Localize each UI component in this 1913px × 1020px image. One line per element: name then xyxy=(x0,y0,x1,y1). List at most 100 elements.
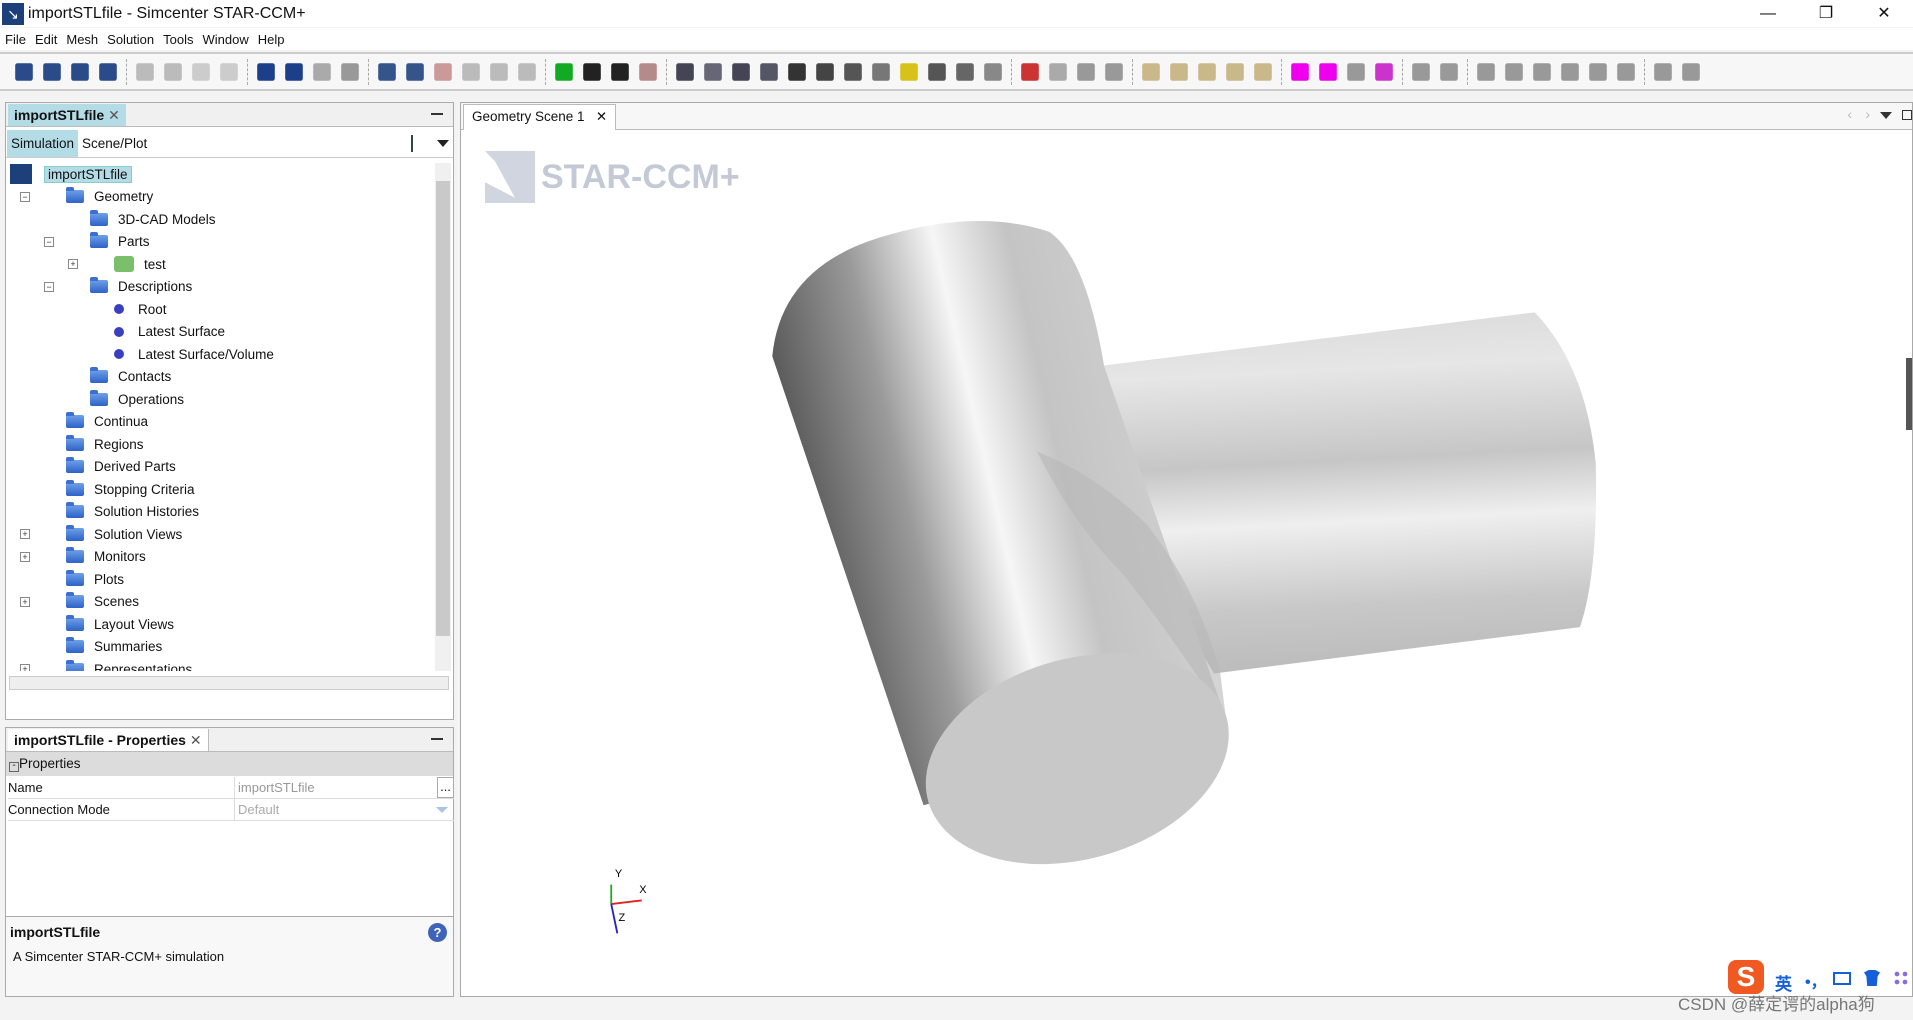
ruler-icon[interactable] xyxy=(928,62,946,81)
line-icon[interactable] xyxy=(1412,62,1430,81)
reset-view-icon[interactable] xyxy=(732,62,750,81)
expand-icon[interactable]: + xyxy=(68,259,78,269)
close-tab-icon[interactable]: ✕ xyxy=(596,109,607,124)
table-icon[interactable] xyxy=(956,62,974,81)
part-icon[interactable] xyxy=(1347,62,1365,81)
close-button[interactable]: ✕ xyxy=(1855,0,1913,27)
formula-icon[interactable] xyxy=(900,62,918,81)
select-icon[interactable] xyxy=(760,62,778,81)
view-2-icon[interactable] xyxy=(1505,62,1523,81)
panel-menu-icon[interactable] xyxy=(437,140,449,153)
scene-icon[interactable] xyxy=(676,62,694,81)
walk-icon[interactable] xyxy=(583,62,601,81)
tree-item-layout-views[interactable]: Layout Views xyxy=(66,613,174,635)
arrow-left-icon[interactable] xyxy=(816,62,834,81)
name-field[interactable]: importSTLfile xyxy=(234,777,434,799)
grid-icon[interactable] xyxy=(518,62,536,81)
tree-item-contacts[interactable]: Contacts xyxy=(90,366,171,388)
expand-icon[interactable]: + xyxy=(20,529,30,539)
ime-punctuation-toggle[interactable]: •， xyxy=(1805,968,1827,992)
expand-icon[interactable]: + xyxy=(20,596,30,607)
view-8-icon[interactable] xyxy=(1682,62,1700,81)
open-icon[interactable] xyxy=(43,62,61,81)
forward-icon[interactable] xyxy=(220,62,238,81)
scroll-tabs-right-icon[interactable]: › xyxy=(1865,106,1870,122)
region-select-icon[interactable] xyxy=(1291,62,1309,81)
play-icon[interactable] xyxy=(1142,62,1160,81)
prev-frame-icon[interactable] xyxy=(1198,62,1216,81)
menu-solution[interactable]: Solution xyxy=(107,32,154,47)
menu-tools[interactable]: Tools xyxy=(163,32,193,47)
restore-button[interactable]: ❐ xyxy=(1797,0,1855,27)
menu-help[interactable]: Help xyxy=(258,32,285,47)
chart-icon[interactable] xyxy=(1049,62,1067,81)
menu-mesh[interactable]: Mesh xyxy=(66,32,98,47)
maximize-icon[interactable] xyxy=(1902,110,1912,120)
run-icon[interactable] xyxy=(257,62,275,81)
delete-mesh-icon[interactable] xyxy=(434,62,452,81)
tree-item-derived-parts[interactable]: Derived Parts xyxy=(66,456,176,478)
plot-icon[interactable] xyxy=(1021,62,1039,81)
collapse-icon[interactable]: − xyxy=(44,281,54,292)
copy-icon[interactable] xyxy=(136,62,154,81)
tree-item-scenes[interactable]: Scenes xyxy=(66,591,139,613)
camera-icon[interactable] xyxy=(788,62,806,81)
save-as-icon[interactable] xyxy=(99,62,117,81)
tab-simulation-tree[interactable]: importSTLfile ✕ xyxy=(8,104,126,126)
view-6-icon[interactable] xyxy=(1617,62,1635,81)
tree-item-latest-surface[interactable]: Latest Surface xyxy=(114,321,225,343)
monitor-icon[interactable] xyxy=(1105,62,1123,81)
tree-item-solution-histories[interactable]: Solution Histories xyxy=(66,501,199,523)
minimize-panel-icon[interactable] xyxy=(431,113,443,115)
view-1-icon[interactable] xyxy=(1477,62,1495,81)
horizontal-scrollbar[interactable] xyxy=(9,676,449,690)
tree-item-plots[interactable]: Plots xyxy=(66,568,124,590)
next-frame-icon[interactable] xyxy=(1226,62,1244,81)
view-7-icon[interactable] xyxy=(1654,62,1672,81)
tree-item-solution-views[interactable]: Solution Views xyxy=(66,523,182,545)
step-icon[interactable] xyxy=(285,62,303,81)
tab-list-icon[interactable] xyxy=(1880,112,1892,125)
tree-item-regions[interactable]: Regions xyxy=(66,433,144,455)
tree-item-importstlfile[interactable]: importSTLfile xyxy=(10,163,132,185)
menu-edit[interactable]: Edit xyxy=(35,32,57,47)
scroll-tabs-left-icon[interactable]: ‹ xyxy=(1847,106,1852,122)
tree-item-root[interactable]: Root xyxy=(114,298,167,320)
tree-item-continua[interactable]: Continua xyxy=(66,411,148,433)
minimize-button[interactable]: — xyxy=(1739,0,1797,27)
expand-icon[interactable]: + xyxy=(20,551,30,562)
transform-icon[interactable] xyxy=(872,62,890,81)
tree-item-latest-surface-volume[interactable]: Latest Surface/Volume xyxy=(114,343,274,365)
record-anim-icon[interactable] xyxy=(1254,62,1272,81)
view-4-icon[interactable] xyxy=(1561,62,1579,81)
subtab-scene-plot[interactable]: Scene/Plot xyxy=(82,130,147,157)
clear-mesh-icon[interactable] xyxy=(406,62,424,81)
scrollbar-thumb[interactable] xyxy=(436,181,450,636)
run-person-icon[interactable] xyxy=(611,62,629,81)
dropdown-arrow-icon[interactable] xyxy=(436,807,448,819)
tree-view-icon[interactable] xyxy=(411,135,427,152)
keyboard-icon[interactable] xyxy=(1833,972,1851,985)
volume-icon[interactable] xyxy=(490,62,508,81)
minimize-panel-icon[interactable] xyxy=(431,738,443,740)
close-tab-icon[interactable]: ✕ xyxy=(108,107,120,123)
probe-icon[interactable] xyxy=(1077,62,1095,81)
toolbox-icon[interactable] xyxy=(1893,970,1909,986)
ellipsis-button[interactable]: ... xyxy=(437,777,454,798)
tree-item-representations[interactable]: Representations xyxy=(66,658,192,671)
record-icon[interactable] xyxy=(639,62,657,81)
tree-scrollbar[interactable] xyxy=(435,163,451,671)
stop-anim-icon[interactable] xyxy=(1170,62,1188,81)
tree-item-descriptions[interactable]: Descriptions xyxy=(90,276,192,298)
tree-item-geometry[interactable]: Geometry xyxy=(66,186,153,208)
subtab-simulation[interactable]: Simulation xyxy=(7,130,79,157)
tab-geometry-scene[interactable]: Geometry Scene 1 ✕ xyxy=(463,104,617,130)
fit-icon[interactable] xyxy=(704,62,722,81)
close-tab-icon[interactable]: ✕ xyxy=(190,732,202,748)
new-simulation-icon[interactable] xyxy=(15,62,33,81)
menu-file[interactable]: File xyxy=(5,32,26,47)
axis-icon[interactable] xyxy=(1440,62,1458,81)
menu-window[interactable]: Window xyxy=(203,32,249,47)
tree-item-3d-cad-models[interactable]: 3D-CAD Models xyxy=(90,208,216,230)
tree-item-stopping-criteria[interactable]: Stopping Criteria xyxy=(66,478,195,500)
